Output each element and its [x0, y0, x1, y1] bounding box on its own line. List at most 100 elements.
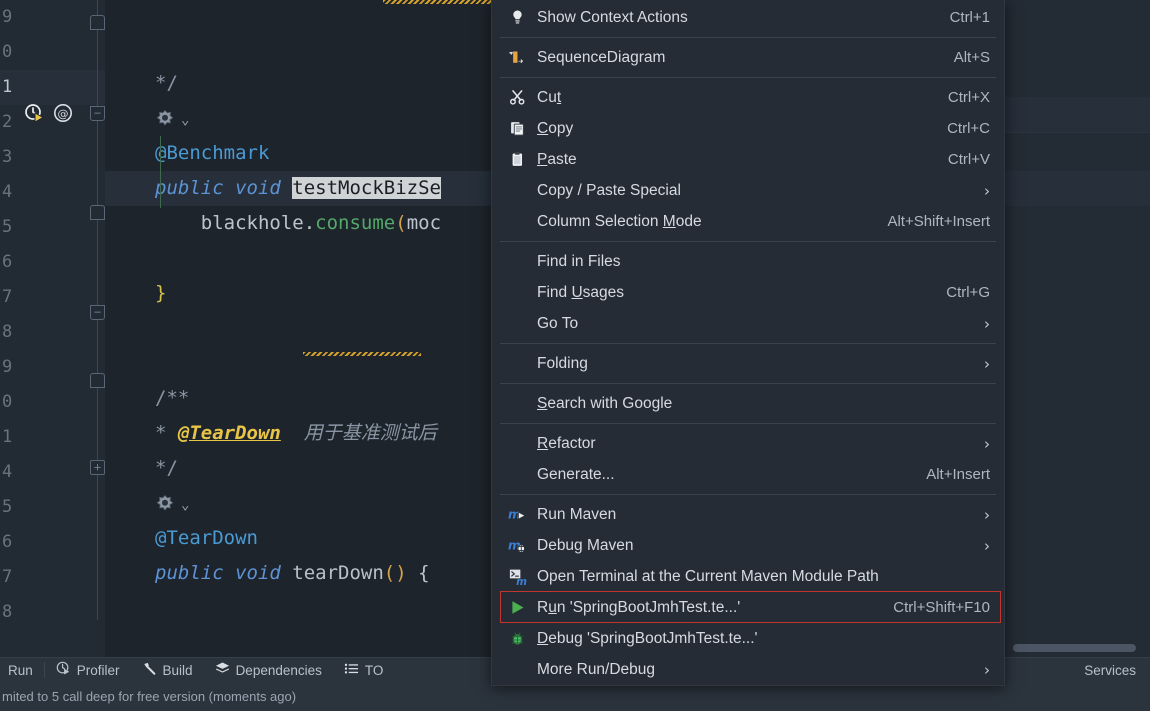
code-token: * — [155, 422, 178, 444]
menu-item-shortcut: Ctrl+V — [947, 151, 990, 168]
tool-window-services[interactable]: Services — [1084, 663, 1150, 678]
tool-window-todo[interactable]: TO — [333, 658, 395, 682]
spellcheck-squiggle-teardown — [303, 352, 421, 356]
tool-window-build[interactable]: Build — [131, 658, 204, 682]
svg-text:@: @ — [58, 108, 69, 121]
menu-item-shortcut: Ctrl+G — [946, 284, 990, 301]
chevron-down-icon[interactable]: ⌄ — [181, 112, 189, 128]
gutter-gear-icon[interactable] — [155, 101, 177, 136]
maven-debug-icon: m — [503, 536, 531, 556]
code-token: ( — [395, 212, 407, 234]
menu-item-column-selection-mode[interactable]: Column Selection Mode Alt+Shift+Insert — [492, 206, 1004, 237]
menu-item-label: Debug Maven — [537, 536, 634, 554]
tool-window-dependencies-label: Dependencies — [235, 662, 322, 678]
tool-window-todo-label: TO — [364, 662, 384, 678]
debug-bug-icon — [503, 629, 531, 649]
menu-item-label: Copy / Paste Special — [537, 181, 681, 199]
menu-item-find-usages[interactable]: Find Usages Ctrl+G — [492, 277, 1004, 308]
code-token: public — [155, 177, 236, 199]
fold-region-expand[interactable]: + — [90, 460, 105, 475]
menu-item-label: Generate... — [537, 465, 615, 483]
status-bar-message: mited to 5 call deep for free version (m… — [2, 689, 297, 704]
menu-item-paste[interactable]: Paste Ctrl+V — [492, 144, 1004, 175]
chevron-right-icon: › — [984, 354, 990, 373]
menu-item-generate[interactable]: Generate... Alt+Insert — [492, 459, 1004, 490]
menu-item-run-springbootjmhtest[interactable]: Run 'SpringBootJmhTest.te...' Ctrl+Shift+… — [492, 592, 1004, 623]
menu-item-shortcut: Ctrl+1 — [949, 9, 990, 26]
tool-window-dependencies[interactable]: Dependencies — [204, 658, 333, 682]
code-token: public — [155, 562, 236, 584]
menu-item-go-to[interactable]: Go To › — [492, 308, 1004, 339]
chevron-down-icon[interactable]: ⌄ — [181, 497, 189, 513]
menu-item-shortcut: Alt+Insert — [926, 466, 990, 483]
fold-region-start-collapse-2[interactable]: − — [90, 305, 105, 320]
hammer-icon — [142, 661, 157, 679]
indent-guide — [160, 136, 161, 208]
menu-item-shortcut: Ctrl+C — [947, 120, 990, 137]
tool-window-build-label: Build — [162, 662, 193, 678]
menu-item-copy-paste-special[interactable]: Copy / Paste Special › — [492, 175, 1004, 206]
menu-item-shortcut: Ctrl+Shift+F10 — [893, 599, 990, 616]
gutter-gear-icon[interactable] — [155, 486, 177, 521]
menu-item-sequence-diagram[interactable]: SequenceDiagram Alt+S — [492, 42, 1004, 73]
menu-item-shortcut: Alt+Shift+Insert — [887, 213, 990, 230]
chevron-right-icon: › — [984, 536, 990, 555]
chevron-right-icon: › — [984, 505, 990, 524]
fold-region-end-3[interactable] — [90, 373, 105, 388]
menu-item-search-with-google[interactable]: Search with Google — [492, 388, 1004, 419]
editor-context-menu[interactable]: Show Context Actions Ctrl+1 SequenceDiagra… — [491, 0, 1005, 686]
code-token: . — [303, 212, 316, 234]
menu-item-label: Open Terminal at the Current Maven Modul… — [537, 567, 879, 585]
copy-icon — [503, 119, 531, 139]
code-token: } — [155, 282, 167, 304]
code-folding-column: − − + — [90, 0, 106, 658]
menu-item-label: Debug 'SpringBootJmhTest.te...' — [537, 629, 758, 647]
menu-item-label: SequenceDiagram — [537, 48, 666, 66]
menu-item-debug-springbootjmhtest[interactable]: Debug 'SpringBootJmhTest.te...' — [492, 623, 1004, 654]
menu-item-label: Run Maven — [537, 505, 617, 523]
fold-region-start-collapse[interactable]: − — [90, 106, 105, 121]
menu-item-label: Paste — [537, 150, 577, 168]
menu-item-copy[interactable]: Copy Ctrl+C — [492, 113, 1004, 144]
tool-window-run[interactable]: Run — [0, 658, 44, 682]
menu-item-show-context-actions[interactable]: Show Context Actions Ctrl+1 — [492, 2, 1004, 33]
menu-separator — [500, 423, 996, 424]
run-with-profiler-gutter-icon[interactable] — [24, 103, 45, 123]
tool-window-profiler[interactable]: Profiler — [45, 658, 131, 682]
menu-item-label: Column Selection Mode — [537, 212, 702, 230]
menu-item-label: Search with Google — [537, 394, 673, 412]
editor-gutter: 901234567890145678 @ − − + — [0, 0, 105, 658]
terminal-maven-icon: m — [503, 567, 531, 587]
code-token: */ — [155, 457, 178, 479]
code-token: void — [235, 562, 293, 584]
code-token: tearDown — [292, 562, 384, 584]
fold-region-end-2[interactable] — [90, 205, 105, 220]
menu-item-label: Find Usages — [537, 283, 625, 301]
menu-item-label: Cut — [537, 88, 562, 106]
status-bar: mited to 5 call deep for free version (m… — [0, 682, 1150, 711]
sequence-diagram-icon — [503, 48, 531, 68]
code-token: () — [383, 562, 407, 584]
menu-item-cut[interactable]: Cut Ctrl+X — [492, 82, 1004, 113]
menu-separator — [500, 77, 996, 78]
menu-item-folding[interactable]: Folding › — [492, 348, 1004, 379]
code-token: /** — [155, 387, 190, 409]
menu-item-refactor[interactable]: Refactor › — [492, 428, 1004, 459]
clipboard-icon — [503, 150, 531, 170]
menu-item-label: Go To — [537, 314, 579, 332]
layers-icon — [215, 661, 230, 679]
menu-item-run-maven[interactable]: m Run Maven › — [492, 499, 1004, 530]
menu-item-label: Run 'SpringBootJmhTest.te...' — [537, 598, 741, 616]
fold-region-end[interactable] — [90, 15, 105, 30]
menu-item-shortcut: Ctrl+X — [947, 89, 990, 106]
list-icon — [344, 661, 359, 679]
code-token: blackhole — [200, 212, 304, 234]
svg-text:m: m — [516, 576, 527, 586]
chevron-right-icon: › — [984, 660, 990, 679]
menu-item-debug-maven[interactable]: m Debug Maven › — [492, 530, 1004, 561]
annotation-gutter-icon[interactable]: @ — [53, 103, 73, 123]
menu-item-find-in-files[interactable]: Find in Files — [492, 246, 1004, 277]
run-green-icon — [503, 598, 531, 618]
menu-item-open-terminal-maven[interactable]: m Open Terminal at the Current Maven Modu… — [492, 561, 1004, 592]
menu-item-more-run-debug[interactable]: More Run/Debug › — [492, 654, 1004, 685]
